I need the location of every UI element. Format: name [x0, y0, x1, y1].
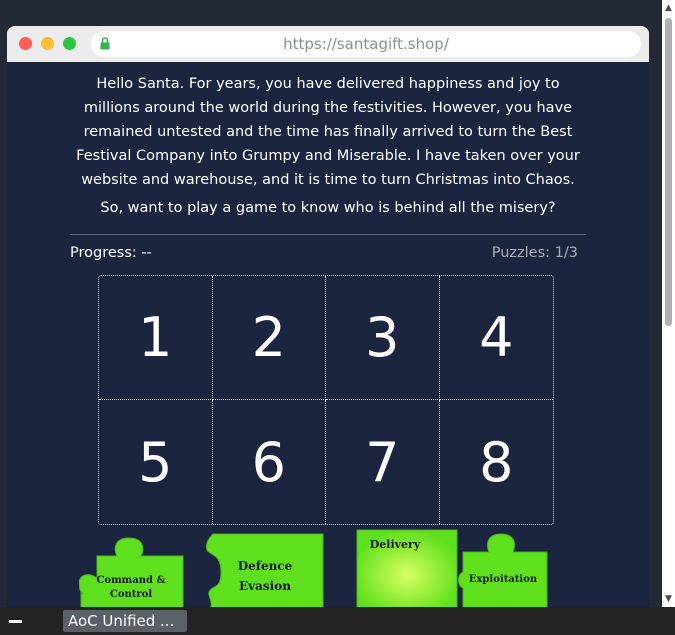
question-text: So, want to play a game to know who is b…: [100, 200, 556, 216]
grid-cell-8[interactable]: 8: [440, 400, 554, 524]
grid-cell-1[interactable]: 1: [99, 276, 213, 400]
grid-cell-2[interactable]: 2: [212, 276, 326, 400]
piece-label-line1: Defence: [238, 559, 293, 573]
grid-cell-6[interactable]: 6: [213, 400, 326, 524]
divider: [70, 234, 586, 235]
scroll-up-arrow-icon[interactable]: ▲: [662, 2, 675, 14]
grid-cell-5[interactable]: 5: [99, 400, 213, 524]
puzzle-pieces-tray: Command & Control Defence Evasion Delive…: [77, 529, 557, 608]
grid-cell-4[interactable]: 4: [439, 276, 553, 400]
scroll-down-arrow-icon[interactable]: ▼: [662, 593, 675, 605]
puzzle-piece-exploitation[interactable]: Exploitation: [457, 528, 553, 608]
url-text[interactable]: https://santagift.shop/: [91, 31, 641, 57]
puzzle-piece-command-control[interactable]: Command & Control: [79, 534, 185, 608]
taskbar: AoC Unified ...: [0, 607, 675, 635]
minimize-icon[interactable]: [9, 620, 22, 623]
scrollbar[interactable]: ▲ ▼: [662, 0, 675, 607]
browser-titlebar: https://santagift.shop/: [7, 26, 649, 62]
piece-label-line1: Command &: [96, 575, 165, 586]
intro-text: Hello Santa. For years, you have deliver…: [76, 76, 580, 188]
piece-label-line1: Delivery: [370, 538, 421, 551]
browser-window: https://santagift.shop/ Hello Santa. For…: [7, 26, 649, 608]
piece-label-line2: Evasion: [239, 579, 291, 593]
puzzle-piece-defence-evasion[interactable]: Defence Evasion: [203, 532, 325, 608]
close-window-button[interactable]: [19, 37, 32, 50]
grid-cell-3[interactable]: 3: [326, 276, 440, 400]
puzzle-grid: 1 2 3 4 5 6 7 8: [98, 275, 554, 525]
piece-label-line2: Control: [110, 589, 152, 600]
minimize-window-button[interactable]: [41, 37, 54, 50]
puzzles-counter: Puzzles: 1/3: [491, 245, 578, 261]
taskbar-item-aoc[interactable]: AoC Unified ...: [63, 610, 187, 632]
address-bar[interactable]: https://santagift.shop/: [91, 31, 641, 57]
scroll-thumb[interactable]: [665, 18, 672, 326]
page-content: Hello Santa. For years, you have deliver…: [7, 62, 649, 608]
puzzle-piece-delivery[interactable]: Delivery: [351, 526, 463, 608]
piece-label-line1: Exploitation: [469, 574, 538, 585]
grid-cell-7[interactable]: 7: [326, 400, 440, 524]
maximize-window-button[interactable]: [63, 37, 76, 50]
progress-label: Progress: --: [70, 245, 152, 261]
